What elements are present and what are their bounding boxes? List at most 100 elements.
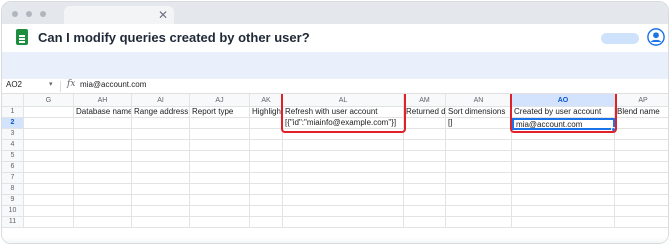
grid-cell[interactable] — [404, 173, 446, 184]
grid-cell[interactable] — [283, 140, 404, 151]
grid-cell[interactable] — [24, 107, 74, 118]
grid-cell[interactable] — [132, 118, 190, 129]
grid-cell[interactable] — [404, 118, 446, 129]
grid-cell[interactable] — [190, 195, 250, 206]
grid-cell[interactable] — [132, 162, 190, 173]
row-header-selected[interactable]: 2 — [2, 118, 24, 129]
grid-cell[interactable]: Highlight — [250, 107, 283, 118]
grid-cell[interactable] — [190, 217, 250, 228]
column-header[interactable]: AM — [404, 94, 446, 107]
grid-cell[interactable] — [24, 206, 74, 217]
row-header[interactable]: 4 — [2, 140, 24, 151]
grid-cell[interactable] — [132, 217, 190, 228]
grid-cell[interactable]: Refresh with user account — [283, 107, 404, 118]
grid-cell[interactable] — [404, 162, 446, 173]
formula-input[interactable]: mia@account.com — [80, 80, 146, 89]
grid-cell[interactable] — [283, 206, 404, 217]
column-header[interactable]: AN — [446, 94, 512, 107]
grid-cell[interactable] — [446, 162, 512, 173]
close-icon[interactable]: ✕ — [158, 7, 168, 23]
grid-cell[interactable] — [446, 140, 512, 151]
grid-cell[interactable] — [190, 184, 250, 195]
row-header[interactable]: 1 — [2, 107, 24, 118]
grid-cell[interactable]: Returned da — [404, 107, 446, 118]
grid-cell[interactable] — [446, 217, 512, 228]
browser-tab[interactable]: ✕ — [64, 6, 174, 24]
column-header[interactable]: AH — [74, 94, 132, 107]
grid-cell[interactable] — [283, 162, 404, 173]
grid-cell[interactable] — [250, 217, 283, 228]
grid-cell[interactable] — [615, 217, 668, 228]
row-header[interactable]: 7 — [2, 173, 24, 184]
active-cell[interactable]: mia@account.com — [512, 118, 615, 130]
grid-cell[interactable] — [74, 140, 132, 151]
grid-cell[interactable] — [446, 184, 512, 195]
grid-cell[interactable] — [512, 195, 615, 206]
grid-cell[interactable] — [190, 129, 250, 140]
active-cell-value[interactable]: mia@account.com — [516, 120, 582, 129]
fill-handle[interactable] — [611, 127, 616, 132]
grid-cell[interactable] — [283, 173, 404, 184]
grid-cell[interactable] — [24, 173, 74, 184]
grid-cell[interactable] — [74, 162, 132, 173]
column-header[interactable]: G — [24, 94, 74, 107]
grid-cell[interactable] — [404, 184, 446, 195]
share-button[interactable] — [601, 33, 639, 44]
select-all-corner[interactable] — [2, 94, 24, 107]
grid-cell[interactable] — [512, 217, 615, 228]
grid-cell[interactable] — [74, 184, 132, 195]
grid-cell[interactable] — [132, 173, 190, 184]
grid-cell[interactable] — [24, 217, 74, 228]
grid-cell[interactable] — [132, 151, 190, 162]
grid-cell[interactable] — [446, 129, 512, 140]
grid-cell[interactable] — [250, 151, 283, 162]
column-header-selected[interactable]: AO — [512, 94, 615, 107]
grid-cell[interactable] — [404, 129, 446, 140]
grid-cell[interactable] — [132, 184, 190, 195]
grid-cell[interactable] — [283, 129, 404, 140]
grid-cell[interactable] — [512, 184, 615, 195]
row-header[interactable]: 8 — [2, 184, 24, 195]
grid-cell[interactable] — [250, 173, 283, 184]
grid-cell[interactable] — [24, 140, 74, 151]
grid-cell[interactable] — [283, 195, 404, 206]
grid-cell[interactable] — [190, 162, 250, 173]
column-header[interactable]: AJ — [190, 94, 250, 107]
grid-cell[interactable] — [615, 140, 668, 151]
grid-cell[interactable] — [404, 195, 446, 206]
grid-cell[interactable] — [404, 151, 446, 162]
grid-cell[interactable] — [190, 140, 250, 151]
grid-cell[interactable] — [24, 118, 74, 129]
window-dot-maximize[interactable] — [40, 11, 46, 17]
grid-cell[interactable] — [615, 173, 668, 184]
grid-cell[interactable] — [74, 118, 132, 129]
grid-cell[interactable] — [132, 129, 190, 140]
grid-cell[interactable]: Created by user account — [512, 107, 615, 118]
grid-cell[interactable] — [132, 195, 190, 206]
grid-cell[interactable] — [283, 217, 404, 228]
grid-cell[interactable] — [74, 173, 132, 184]
grid-cell[interactable] — [512, 140, 615, 151]
grid-cell[interactable] — [250, 129, 283, 140]
row-header[interactable]: 5 — [2, 151, 24, 162]
grid-cell[interactable] — [512, 162, 615, 173]
grid-cell[interactable] — [446, 151, 512, 162]
grid-cell[interactable] — [283, 184, 404, 195]
grid-cell[interactable] — [446, 206, 512, 217]
chevron-down-icon[interactable]: ▾ — [49, 80, 53, 88]
row-header[interactable]: 3 — [2, 129, 24, 140]
grid-cell[interactable]: Blend name — [615, 107, 668, 118]
grid-cell[interactable] — [615, 162, 668, 173]
grid-cell[interactable] — [615, 151, 668, 162]
column-header[interactable]: AI — [132, 94, 190, 107]
grid-cell[interactable] — [132, 140, 190, 151]
window-dot-close[interactable] — [12, 11, 18, 17]
grid-cell[interactable] — [446, 195, 512, 206]
grid-cell[interactable]: Database name — [74, 107, 132, 118]
name-box[interactable]: AO2 — [6, 80, 22, 89]
grid-cell[interactable] — [24, 129, 74, 140]
grid-cell[interactable] — [74, 206, 132, 217]
grid-cell[interactable] — [250, 140, 283, 151]
grid-cell[interactable] — [24, 162, 74, 173]
account-circle-icon[interactable] — [647, 28, 665, 46]
